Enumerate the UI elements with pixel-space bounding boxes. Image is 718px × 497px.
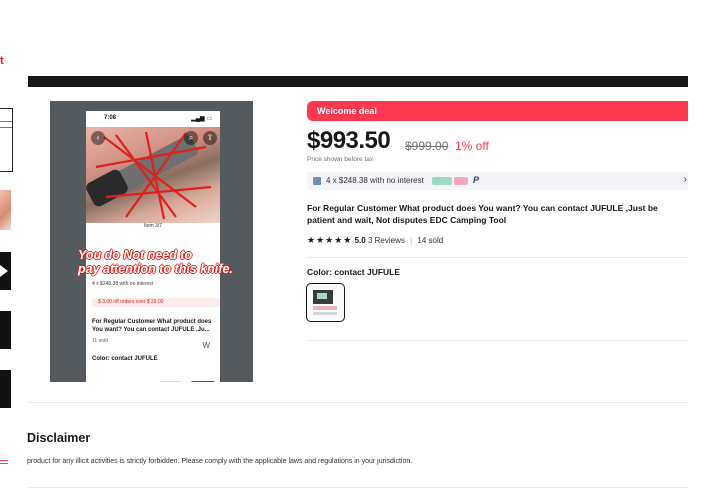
tax-note: Price shown before tax [307, 156, 374, 163]
menu-lines-icon [0, 460, 8, 464]
phone-status-bar: 7:08 ▂▄▆ ▭ [86, 111, 220, 125]
sold-count: 14 sold [417, 236, 444, 245]
star-rating-icon: ★★★★★ [307, 235, 353, 245]
installments-text: 4 x $248.38 with no interest [326, 176, 424, 185]
overlay-caption-line-1: You do Not need to [78, 248, 193, 262]
rating-row: ★★★★★ 5.0 3 Reviews | 14 sold [307, 235, 443, 246]
overlay-caption-line-2: pay attention to this knife. [78, 262, 233, 276]
divider [307, 340, 688, 341]
product-title: For Regular Customer What product does Y… [307, 203, 658, 225]
phone-buy-button [190, 381, 216, 382]
phone-installments-row: 4 x $248.38 with no interest [92, 281, 154, 287]
share-icon[interactable]: ⇪ [203, 131, 217, 145]
welcome-deal-banner: Welcome deal [307, 101, 688, 121]
color-swatch[interactable] [306, 283, 345, 322]
discount-percent: 1% off [455, 139, 489, 153]
installments-bar[interactable]: 4 x $248.38 with no interest P › [307, 172, 688, 190]
phone-product-title: For Regular Customer What product does Y… [92, 319, 212, 333]
chevron-right-icon[interactable]: › [684, 174, 687, 185]
phone-cart-button [158, 381, 182, 382]
swatch-image-part [313, 306, 337, 310]
thumbnail-line [0, 127, 12, 128]
phone-color-label: Color: contact JUFULE [92, 356, 158, 362]
klarna-logo-icon [432, 177, 452, 185]
thumbnail-arrow-icon [0, 265, 8, 277]
image-counter: Item 3/7 [143, 223, 163, 229]
original-price: $999.00 [405, 139, 449, 153]
reviews-link[interactable]: 3 Reviews [368, 236, 405, 245]
thumbnail-1[interactable] [0, 108, 13, 172]
divider [28, 487, 688, 488]
thumbnail-line [0, 121, 12, 122]
rating-separator: | [410, 236, 413, 245]
phone-screenshot: 7:08 ▂▄▆ ▭ ‹ ⌕ ⇪ Item 3/7 4 x $248.38 wi… [84, 111, 220, 382]
signal-icon: ▂▄▆ ▭ [191, 116, 212, 122]
overlay-caption: You do Not need to pay attention to this… [78, 248, 253, 276]
divider [307, 257, 688, 258]
swatch-image-part [317, 293, 327, 299]
knife-photo: ‹ ⌕ ⇪ [84, 127, 220, 223]
edge-fragment-text: t [0, 55, 4, 67]
rating-value: 5.0 [354, 236, 366, 245]
thumbnail-5[interactable] [0, 370, 11, 408]
swatch-image-part [313, 312, 337, 315]
thumbnail-4[interactable] [0, 311, 11, 349]
disclaimer-title: Disclaimer [27, 431, 91, 445]
product-main-image[interactable]: 7:08 ▂▄▆ ▭ ‹ ⌕ ⇪ Item 3/7 4 x $248.38 wi… [50, 101, 253, 382]
search-icon[interactable]: ⌕ [184, 131, 198, 145]
red-scribble-icon [95, 131, 212, 220]
thumbnail-2[interactable] [0, 190, 11, 230]
back-icon[interactable]: ‹ [91, 131, 105, 145]
disclaimer-text: product for any illicit activities is st… [27, 458, 413, 465]
color-label: Color: contact JUFULE [307, 267, 401, 277]
current-price: $993.50 [307, 127, 391, 154]
phone-watermark: W [202, 341, 210, 350]
thumbnail-3[interactable] [0, 252, 11, 290]
calendar-icon [313, 177, 321, 185]
divider [28, 402, 688, 403]
phone-sold-count: 11 sold [92, 338, 108, 344]
paypal-logo-icon: P [473, 175, 480, 185]
top-dark-bar [28, 76, 688, 87]
afterpay-logo-icon [454, 177, 468, 185]
phone-coupon-row: $ 3.00 off orders over $ 29.00 [92, 298, 220, 307]
phone-time: 7:08 [104, 115, 117, 121]
